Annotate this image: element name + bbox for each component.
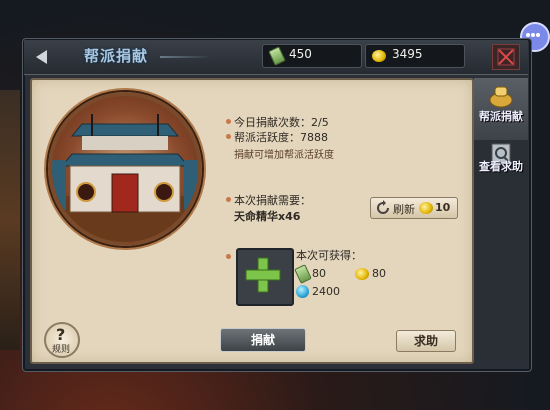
guild-building-illustration (52, 114, 198, 242)
bullet-icon (226, 119, 231, 124)
reward-slot[interactable] (236, 248, 294, 306)
gold-icon (355, 268, 369, 280)
reward-gem: 2400 (312, 285, 340, 298)
rules-button[interactable]: ? 规则 (44, 322, 80, 358)
cost-item: 天命精华x46 (234, 210, 301, 223)
gold-icon (419, 202, 433, 214)
tab-view-help[interactable]: 查看求助 (474, 142, 528, 204)
cost-title: 本次捐献需要： (234, 194, 311, 207)
reward-gold: 80 (372, 267, 386, 280)
donate-count: 今日捐献次数：2/5 (234, 116, 329, 129)
tab-view-help-label: 查看求助 (479, 160, 523, 173)
tab-guild-donate-label: 帮派捐献 (479, 110, 523, 123)
reward-jade: 80 (312, 267, 326, 280)
jade-currency: 450 (262, 44, 362, 68)
refresh-icon (377, 200, 389, 214)
rules-label: 规则 (52, 345, 71, 355)
guild-building-image (48, 92, 202, 246)
page-title: 帮派捐献 (84, 47, 149, 65)
guild-activity: 帮派活跃度：7888 (234, 131, 328, 144)
bullet-icon (226, 197, 231, 202)
bullet-icon (226, 254, 231, 259)
background-left-scenery (0, 90, 20, 350)
gold-currency: 3495 (365, 44, 465, 68)
tab-guild-donate[interactable]: 帮派捐献 (474, 78, 528, 140)
refresh-cost: 10 (435, 201, 451, 214)
donate-button[interactable]: 捐献 (220, 328, 306, 352)
gold-icon (372, 50, 386, 62)
jade-amount: 450 (289, 47, 312, 61)
help-button[interactable]: 求助 (396, 330, 456, 352)
bullet-icon (226, 134, 231, 139)
donate-pot-icon (489, 86, 513, 108)
activity-hint: 捐献可增加帮派活跃度 (234, 150, 334, 161)
gem-icon (296, 285, 309, 298)
back-button[interactable] (30, 46, 56, 68)
plus-icon (245, 257, 281, 293)
refresh-label: 刷新 (393, 203, 415, 216)
title-ornament (160, 56, 210, 58)
refresh-button[interactable]: 刷新 10 (370, 197, 458, 219)
jade-icon (268, 46, 286, 66)
close-button[interactable] (492, 44, 520, 70)
reward-title: 本次可获得： (296, 249, 362, 262)
gold-amount: 3495 (392, 47, 423, 61)
close-icon (497, 48, 515, 66)
